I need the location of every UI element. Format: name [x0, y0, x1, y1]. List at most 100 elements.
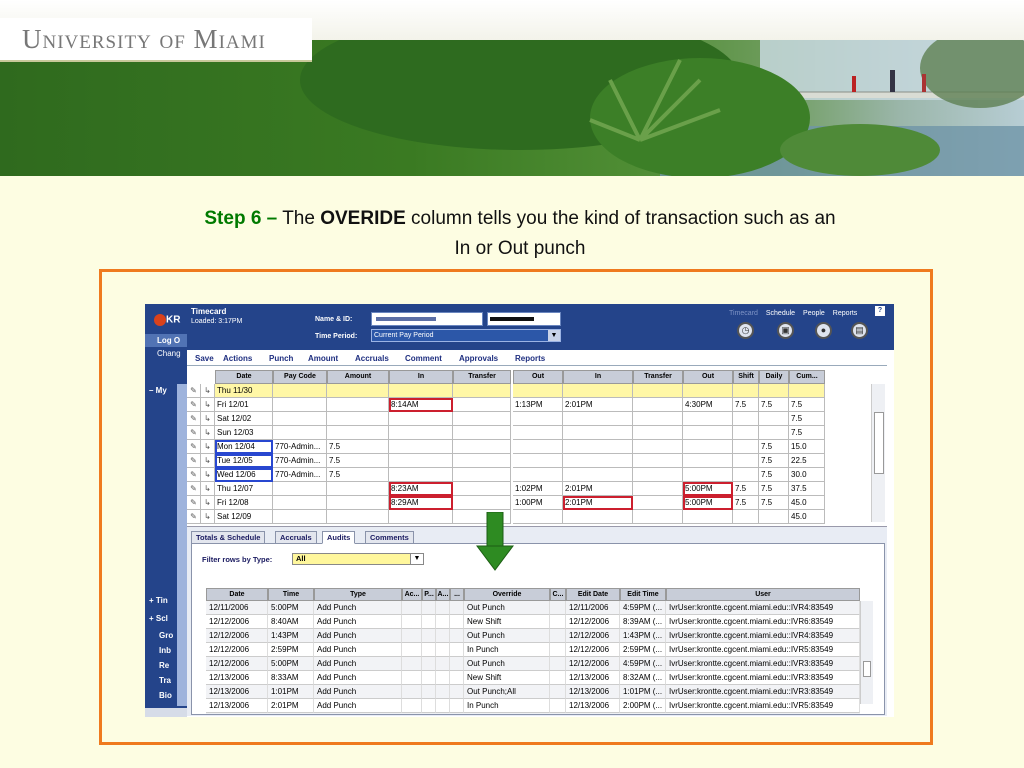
filter-type-select[interactable]: All ▼	[292, 553, 424, 565]
cell-transfer-1[interactable]	[453, 440, 511, 454]
cell-pay-code[interactable]	[273, 398, 327, 412]
cell-transfer-2[interactable]	[633, 468, 683, 482]
transfer-icon[interactable]: ↳	[201, 412, 215, 426]
cell-shift[interactable]	[733, 384, 759, 398]
cell-cumulative[interactable]: 7.5	[789, 398, 825, 412]
cell-pay-code[interactable]	[273, 412, 327, 426]
audit-header-ac[interactable]: Ac...	[402, 588, 422, 601]
toolbar-save[interactable]: Save	[195, 354, 214, 363]
cell-date[interactable]: Sun 12/03	[215, 426, 273, 440]
cell-out-2[interactable]	[683, 412, 733, 426]
cell-in-1[interactable]	[389, 454, 453, 468]
cell-amount[interactable]: 7.5	[327, 468, 389, 482]
cell-shift[interactable]: 7.5	[733, 482, 759, 496]
cell-out-1[interactable]	[513, 510, 563, 524]
toolbar-accruals[interactable]: Accruals	[355, 354, 389, 363]
cell-out-2[interactable]	[683, 384, 733, 398]
cell-in-2[interactable]	[563, 454, 633, 468]
cell-transfer-2[interactable]	[633, 412, 683, 426]
grid-header-transfer[interactable]: Transfer	[633, 370, 683, 384]
cell-amount[interactable]	[327, 510, 389, 524]
audit-row[interactable]: 12/12/2006 1:43PM Add Punch Out Punch 12/12/…	[206, 629, 860, 643]
grid-header-pay-code[interactable]: Pay Code	[273, 370, 327, 384]
cell-in-1[interactable]: 8:23AM	[389, 482, 453, 496]
cell-amount[interactable]: 7.5	[327, 440, 389, 454]
transfer-icon[interactable]: ↳	[201, 510, 215, 524]
timecard-row[interactable]: ✎ ↳ Sun 12/03 7.5	[187, 426, 825, 440]
nav-change[interactable]: Chang	[145, 349, 187, 358]
cell-daily[interactable]: 7.5	[759, 398, 789, 412]
cell-daily[interactable]: 7.5	[759, 468, 789, 482]
audit-row[interactable]: 12/12/2006 8:40AM Add Punch New Shift 12/12/…	[206, 615, 860, 629]
cell-out-2[interactable]: 5:00PM	[683, 496, 733, 510]
cell-cumulative[interactable]: 45.0	[789, 496, 825, 510]
edit-icon[interactable]: ✎	[187, 426, 201, 440]
cell-in-1[interactable]	[389, 440, 453, 454]
cell-transfer-2[interactable]	[633, 482, 683, 496]
cell-daily[interactable]	[759, 412, 789, 426]
cell-in-1[interactable]: 8:14AM	[389, 398, 453, 412]
cell-out-1[interactable]	[513, 440, 563, 454]
cell-date[interactable]: Fri 12/08	[215, 496, 273, 510]
cell-transfer-1[interactable]	[453, 412, 511, 426]
edit-icon[interactable]: ✎	[187, 412, 201, 426]
cell-cumulative[interactable]: 7.5	[789, 426, 825, 440]
cell-amount[interactable]	[327, 496, 389, 510]
cell-in-1[interactable]	[389, 510, 453, 524]
cell-date[interactable]: Thu 11/30	[215, 384, 273, 398]
cell-daily[interactable]: 7.5	[759, 496, 789, 510]
grid-header-out[interactable]: Out	[683, 370, 733, 384]
grid-header-in[interactable]: In	[563, 370, 633, 384]
audit-header-time[interactable]: Time	[268, 588, 314, 601]
cell-amount[interactable]	[327, 384, 389, 398]
toolbar-punch[interactable]: Punch	[269, 354, 293, 363]
audit-row[interactable]: 12/13/2006 1:01PM Add Punch Out Punch;All 12…	[206, 685, 860, 699]
nav-horizontal-scrollbar[interactable]	[145, 708, 187, 717]
cell-in-2[interactable]: 2:01PM	[563, 482, 633, 496]
transfer-icon[interactable]: ↳	[201, 440, 215, 454]
cell-date[interactable]: Sat 12/02	[215, 412, 273, 426]
cell-daily[interactable]	[759, 510, 789, 524]
cell-in-2[interactable]: 2:01PM	[563, 496, 633, 510]
link-schedule[interactable]: Schedule	[766, 310, 795, 317]
cell-daily[interactable]: 7.5	[759, 440, 789, 454]
cell-transfer-2[interactable]	[633, 398, 683, 412]
cell-cumulative[interactable]	[789, 384, 825, 398]
toolbar-approvals[interactable]: Approvals	[459, 354, 498, 363]
cell-transfer-1[interactable]	[453, 426, 511, 440]
edit-icon[interactable]: ✎	[187, 468, 201, 482]
cell-out-1[interactable]	[513, 412, 563, 426]
cell-out-1[interactable]	[513, 468, 563, 482]
grid-header-shift[interactable]: Shift	[733, 370, 759, 384]
timecard-row[interactable]: ✎ ↳ Fri 12/01 8:14AM 1:13PM 2:01PM 4:30PM 7.5 7.…	[187, 398, 825, 412]
grid-header-date[interactable]: Date	[215, 370, 273, 384]
audit-row[interactable]: 12/13/2006 8:33AM Add Punch New Shift 12/13/…	[206, 671, 860, 685]
cell-date[interactable]: Thu 12/07	[215, 482, 273, 496]
cell-transfer-2[interactable]	[633, 440, 683, 454]
reports-icon[interactable]: ▤	[851, 322, 868, 339]
cell-out-2[interactable]	[683, 510, 733, 524]
cell-pay-code[interactable]	[273, 384, 327, 398]
edit-icon[interactable]: ✎	[187, 496, 201, 510]
cell-pay-code[interactable]	[273, 426, 327, 440]
grid-header-in[interactable]: In	[389, 370, 453, 384]
help-icon[interactable]: ?	[875, 306, 885, 316]
clock-icon[interactable]: ◷	[737, 322, 754, 339]
cell-date[interactable]: Mon 12/04	[215, 440, 273, 454]
cell-transfer-1[interactable]	[453, 468, 511, 482]
grid-header-amount[interactable]: Amount	[327, 370, 389, 384]
audit-header-a[interactable]: A...	[436, 588, 450, 601]
cell-in-1[interactable]	[389, 384, 453, 398]
audit-header-col6[interactable]: ...	[450, 588, 464, 601]
timecard-row[interactable]: ✎ ↳ Mon 12/04 770-Admin... 7.5 7.5 15.0	[187, 440, 825, 454]
tab-audits[interactable]: Audits	[322, 531, 356, 544]
cell-shift[interactable]	[733, 412, 759, 426]
cell-shift[interactable]: 7.5	[733, 496, 759, 510]
grid-header-daily[interactable]: Daily	[759, 370, 789, 384]
toolbar-comment[interactable]: Comment	[405, 354, 442, 363]
timecard-scrollbar[interactable]	[871, 384, 885, 522]
timecard-row[interactable]: ✎ ↳ Tue 12/05 770-Admin... 7.5 7.5 22.5	[187, 454, 825, 468]
cell-in-2[interactable]	[563, 468, 633, 482]
timecard-row[interactable]: ✎ ↳ Fri 12/08 8:29AM 1:00PM 2:01PM 5:00PM 7.5 7.…	[187, 496, 825, 510]
cell-date[interactable]: Wed 12/06	[215, 468, 273, 482]
